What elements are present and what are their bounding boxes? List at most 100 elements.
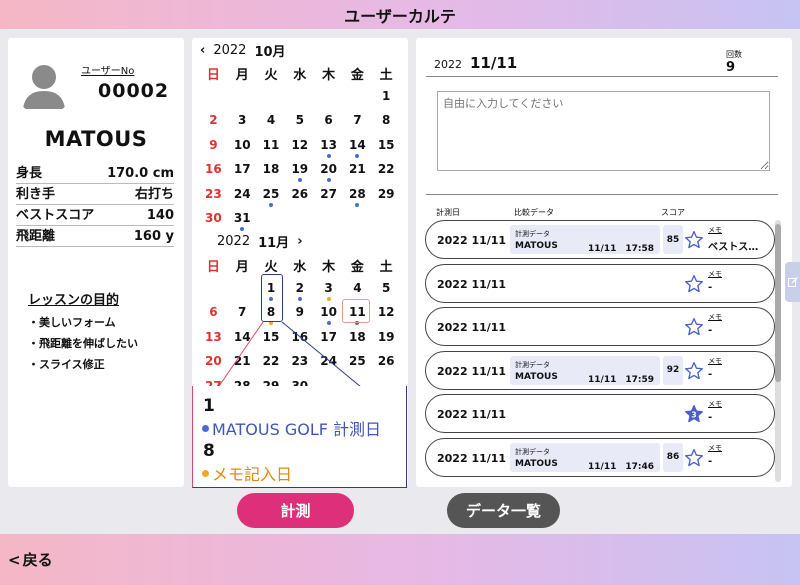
star-icon[interactable] — [684, 230, 704, 250]
calendar-day[interactable]: 22 — [372, 162, 401, 187]
measurement-list: 2022 11/11 計測データ MATOUS 11/11 17:58 85 メモ ベストス… — [425, 220, 775, 481]
star-icon[interactable] — [684, 317, 704, 337]
memo-value: - — [708, 455, 713, 467]
calendar-empty — [343, 211, 372, 236]
measurement-time: 11/11 17:46 — [588, 461, 654, 472]
october-header: ‹ 2022 10月 — [200, 41, 286, 60]
prev-month-icon[interactable]: ‹ — [200, 43, 205, 58]
calendar-day[interactable]: 19 — [285, 162, 314, 187]
detail-year: 2022 — [434, 58, 462, 71]
calendar-day[interactable]: 2 — [285, 281, 314, 306]
calendar-day[interactable]: 4 — [257, 113, 286, 138]
divider — [426, 194, 778, 195]
measure-button[interactable]: 計測 — [237, 493, 354, 528]
calendar-day[interactable]: 5 — [372, 281, 401, 306]
stat-label: 身長 — [16, 166, 43, 181]
measure-dot-icon — [355, 202, 360, 207]
calendar-empty — [228, 89, 257, 114]
side-edit-tab[interactable] — [785, 262, 800, 302]
calendar-day[interactable]: 11 — [257, 138, 286, 163]
row-date: 2022 11/11 — [437, 234, 507, 247]
avatar — [13, 53, 75, 115]
calendar-empty — [314, 89, 343, 114]
calendar-day[interactable]: 10 — [228, 138, 257, 163]
measurement-row[interactable]: 2022 11/11 計測データ MATOUS 11/11 17:58 85 メモ ベストス… — [425, 220, 775, 259]
calendar-day[interactable]: 17 — [228, 162, 257, 187]
calendar-day[interactable]: 13 — [314, 138, 343, 163]
row-date: 2022 11/11 — [437, 364, 507, 378]
calendar-day[interactable]: 15 — [372, 138, 401, 163]
calendar-day[interactable]: 24 — [228, 187, 257, 212]
calendar-day[interactable]: 7 — [343, 113, 372, 138]
calendar-day[interactable]: 2 — [199, 113, 228, 138]
memo-label: メモ — [708, 226, 722, 234]
detail-panel: 202211/11 回数 9 計測日 比較データ スコア 2022 11/11計… — [416, 38, 792, 487]
title-bar: ユーザーカルテ — [0, 0, 800, 29]
detail-date: 2022 11/11 — [434, 54, 517, 72]
calendar-empty — [257, 89, 286, 114]
calendar-day[interactable]: 5 — [285, 113, 314, 138]
memo-label: メモ — [708, 400, 722, 408]
calendar-day[interactable]: 3 — [314, 281, 343, 306]
calendar-day[interactable]: 26 — [285, 187, 314, 212]
star-icon[interactable] — [684, 448, 704, 468]
calendar-day[interactable]: 27 — [314, 187, 343, 212]
stat-value: 170.0 cm — [107, 166, 174, 181]
calendar-day[interactable]: 28 — [343, 187, 372, 212]
stat-row: 身長 170.0 cm — [16, 163, 174, 184]
edit-icon — [787, 277, 798, 287]
measurement-data[interactable]: 計測データ MATOUS 11/11 17:46 — [510, 442, 660, 472]
row-date: 2022 11/11 — [437, 408, 507, 421]
measurement-row[interactable]: 2022 11/11 メモ - — [425, 263, 775, 303]
memo-input[interactable] — [437, 91, 770, 171]
measurement-name: MATOUS — [515, 458, 558, 469]
weekday-label: 月 — [235, 260, 249, 275]
calendar-empty — [285, 89, 314, 114]
calendar-day[interactable]: 21 — [343, 162, 372, 187]
measurement-row[interactable]: 2022 11/11 計測データ MATOUS 11/11 17:59 92 メモ - — [425, 350, 775, 390]
measurement-row[interactable]: 2022 11/11 3 メモ - — [425, 394, 775, 433]
calendar-day[interactable]: 12 — [285, 138, 314, 163]
calendar-day[interactable]: 20 — [314, 162, 343, 187]
memo-value: - — [708, 325, 713, 336]
measurement-data[interactable]: 計測データ MATOUS 11/11 17:59 — [510, 355, 660, 385]
list-scrollbar[interactable] — [775, 220, 781, 482]
calendar-day[interactable]: 8 — [372, 113, 401, 138]
legend-popup: 1 MATOUS GOLF 計測日 8 メモ記入日 — [192, 386, 407, 488]
next-month-icon[interactable]: › — [297, 234, 302, 249]
score-value: 85 — [663, 225, 683, 254]
svg-text:3: 3 — [691, 410, 696, 419]
legend-measure-day: MATOUS GOLF 計測日 — [202, 416, 406, 440]
memo-dot-icon — [326, 296, 331, 301]
count-value: 9 — [726, 60, 736, 75]
star-icon[interactable]: 3 — [684, 404, 704, 424]
calendar-day[interactable]: 9 — [199, 138, 228, 163]
calendar-day[interactable]: 6 — [314, 113, 343, 138]
calendar-day[interactable]: 25 — [257, 187, 286, 212]
calendar-day[interactable]: 29 — [372, 187, 401, 212]
calendar-day[interactable]: 3 — [228, 113, 257, 138]
calendar-empty — [372, 211, 401, 236]
column-score: スコア — [661, 208, 685, 217]
scrollbar-thumb[interactable] — [775, 224, 781, 382]
page-title: ユーザーカルテ — [344, 6, 456, 26]
star-icon[interactable] — [684, 361, 704, 381]
measure-dot-icon — [355, 153, 360, 158]
calendar-day[interactable]: 16 — [199, 162, 228, 187]
calendar-day[interactable]: 14 — [343, 138, 372, 163]
calendar-day[interactable]: 1 — [372, 89, 401, 114]
bottom-bar: < 戻る — [0, 534, 800, 585]
back-button[interactable]: < 戻る — [8, 549, 53, 570]
star-icon[interactable] — [684, 274, 704, 294]
row-date: 2022 11/11 — [437, 451, 507, 465]
measurement-row[interactable]: 2022 11/11 メモ - — [425, 307, 775, 346]
measurement-data[interactable]: 計測データ MATOUS 11/11 17:58 — [510, 225, 660, 254]
stat-row: 利き手 右打ち — [16, 184, 174, 205]
measurement-data-label: 計測データ — [515, 360, 550, 369]
weekday-label: 火 — [264, 68, 278, 83]
calendar-day[interactable]: 23 — [199, 187, 228, 212]
data-list-button[interactable]: データ一覧 — [447, 493, 560, 528]
detail-day: 11/11 — [470, 54, 518, 72]
measurement-row[interactable]: 2022 11/11 計測データ MATOUS 11/11 17:46 86 メモ - — [425, 437, 775, 477]
calendar-day[interactable]: 18 — [257, 162, 286, 187]
